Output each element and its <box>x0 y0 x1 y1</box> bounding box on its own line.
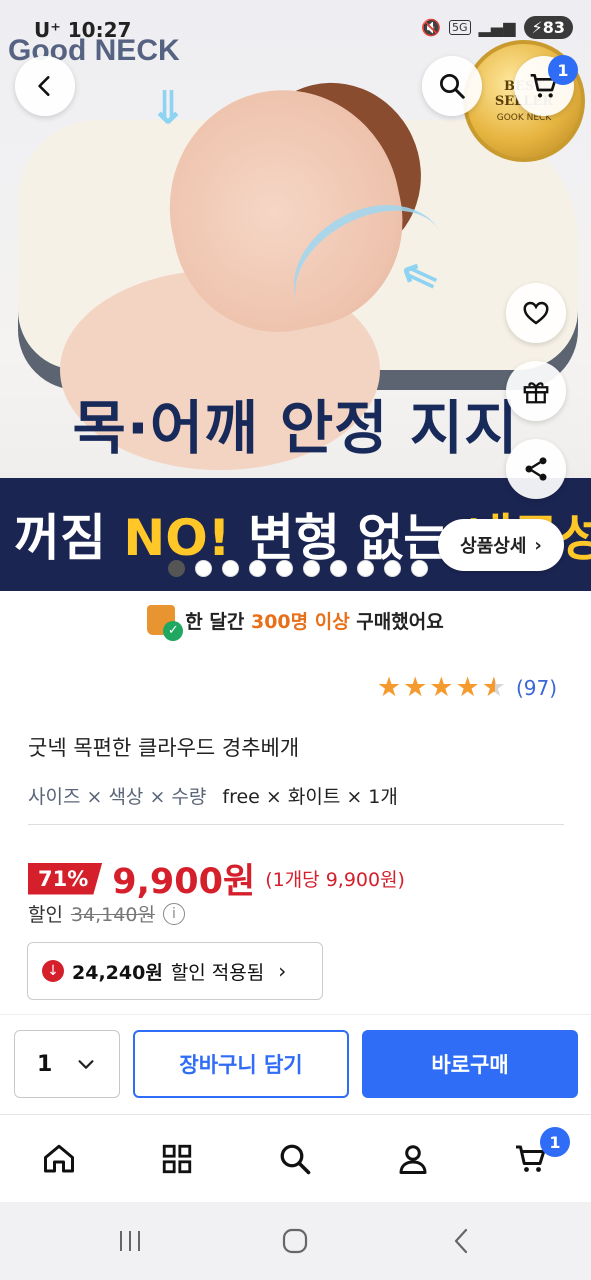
selected-options[interactable]: 사이즈 × 색상 × 수량 free × 화이트 × 1개 <box>28 782 398 809</box>
shopping-bag-icon <box>147 605 184 641</box>
coupon-discount-button[interactable]: ↓ 24,240원 할인 적용됨 › <box>27 942 323 1000</box>
star-icon: ★ <box>429 672 454 703</box>
battery-icon: ⚡83 <box>523 16 573 39</box>
mute-icon: 🔇 <box>421 18 442 37</box>
search-icon <box>280 1144 311 1175</box>
coupon-label: 할인 적용됨 <box>170 961 265 984</box>
sold-suffix: 구매했어요 <box>349 610 444 633</box>
status-time-area: U⁺ 10:27 <box>34 18 131 42</box>
carousel-dot[interactable] <box>222 560 239 577</box>
nav-category[interactable] <box>155 1137 199 1181</box>
hero-headline: 목·어깨 안정 지지 <box>72 394 519 462</box>
carousel-dot[interactable] <box>195 560 212 577</box>
purchase-count-banner: 한 달간 300명 이상 구매했어요 <box>0 600 591 641</box>
gift-button[interactable] <box>506 361 566 421</box>
nav-my-page[interactable] <box>391 1137 435 1181</box>
chevron-down-icon <box>78 1060 94 1069</box>
carousel-dot[interactable] <box>357 560 374 577</box>
chevron-left-icon <box>38 76 50 96</box>
share-button[interactable] <box>506 439 566 499</box>
purchase-bar: 1 장바구니 담기 바로구매 <box>0 1014 591 1114</box>
band-suffix: 변형 없는 <box>230 509 467 567</box>
sale-price: 9,900원 <box>112 862 256 902</box>
back-button[interactable] <box>15 56 75 116</box>
star-icon: ★ <box>376 672 402 703</box>
chevron-right-icon: › <box>534 534 542 556</box>
carousel-dot[interactable] <box>249 560 266 577</box>
option-labels: 사이즈 × 색상 × 수량 <box>28 786 207 808</box>
unit-price: (1개당 9,900원) <box>265 869 405 891</box>
carousel-dot[interactable] <box>303 560 320 577</box>
search-button[interactable] <box>422 56 482 116</box>
chevron-right-icon: › <box>278 959 287 983</box>
band-prefix: 꺼짐 <box>14 509 124 567</box>
search-icon <box>440 74 465 99</box>
gift-icon <box>523 382 549 404</box>
home-icon <box>44 1144 74 1173</box>
home-system-button[interactable] <box>278 1224 312 1258</box>
header-cart-count-badge: 1 <box>548 55 578 85</box>
signal-icon: ▂▄▆ <box>478 18 516 37</box>
arrow-down-icon: ↓ <box>42 960 64 982</box>
rating-summary[interactable]: ★ ★ ★ ★ ★ (97) <box>377 672 557 703</box>
product-detail-button[interactable]: 상품상세 › <box>438 519 564 571</box>
heart-icon <box>523 301 549 325</box>
product-title: 굿넥 목편한 클라우드 경추베개 <box>28 736 300 760</box>
carousel-dot[interactable] <box>276 560 293 577</box>
divider <box>28 824 564 825</box>
quantity-selector[interactable]: 1 <box>14 1030 120 1098</box>
nav-cart-count-badge: 1 <box>540 1127 570 1157</box>
recent-apps-button[interactable] <box>112 1224 148 1258</box>
price-row: 71% 9,900원 (1개당 9,900원) <box>28 853 405 904</box>
original-price: 34,140원 <box>70 904 155 926</box>
category-icon <box>162 1144 192 1174</box>
carousel-indicators <box>168 560 428 577</box>
network-icon: 5G <box>449 20 471 35</box>
quantity-value: 1 <box>37 1051 53 1077</box>
recent-apps-icon <box>120 1231 140 1251</box>
discount-rate-badge: 71% <box>28 862 103 895</box>
option-values: free × 화이트 × 1개 <box>222 786 398 808</box>
detail-button-label: 상품상세 <box>460 536 527 557</box>
nav-search[interactable] <box>273 1137 317 1181</box>
back-system-button[interactable] <box>446 1224 476 1258</box>
info-icon[interactable]: i <box>162 902 185 925</box>
system-navigation-bar <box>0 1202 591 1280</box>
battery-level: 83 <box>542 18 565 37</box>
my-page-icon <box>399 1145 427 1174</box>
bottom-nav: 1 <box>0 1114 591 1202</box>
carrier-label: U⁺ <box>34 18 61 42</box>
home-circle-icon <box>282 1228 308 1254</box>
carousel-dot[interactable] <box>384 560 401 577</box>
sold-highlight: 300명 이상 <box>250 610 350 633</box>
discount-label: 할인 <box>28 904 63 926</box>
coupon-amount: 24,240원 <box>72 961 163 984</box>
add-to-cart-button[interactable]: 장바구니 담기 <box>133 1030 349 1098</box>
carousel-dot[interactable] <box>411 560 428 577</box>
status-icons: 🔇 5G ▂▄▆ ⚡83 <box>421 16 573 39</box>
carousel-dot[interactable] <box>168 560 185 577</box>
share-icon <box>525 457 547 481</box>
original-price-row: 할인 34,140원 i <box>28 900 185 927</box>
wishlist-button[interactable] <box>506 283 566 343</box>
status-time: 10:27 <box>67 18 132 42</box>
purchase-count-text: 한 달간 300명 이상 구매했어요 <box>185 607 443 634</box>
buy-now-button[interactable]: 바로구매 <box>362 1030 578 1098</box>
nav-home[interactable] <box>37 1137 81 1181</box>
star-icon: ★ <box>403 672 428 703</box>
band-highlight: NO! <box>123 509 231 567</box>
sold-prefix: 한 달간 <box>185 610 251 633</box>
back-arrow-icon <box>454 1228 468 1254</box>
review-count[interactable]: (97) <box>516 676 557 700</box>
carousel-dot[interactable] <box>330 560 347 577</box>
half-star-icon: ★ <box>481 672 506 703</box>
star-icon: ★ <box>455 672 480 703</box>
